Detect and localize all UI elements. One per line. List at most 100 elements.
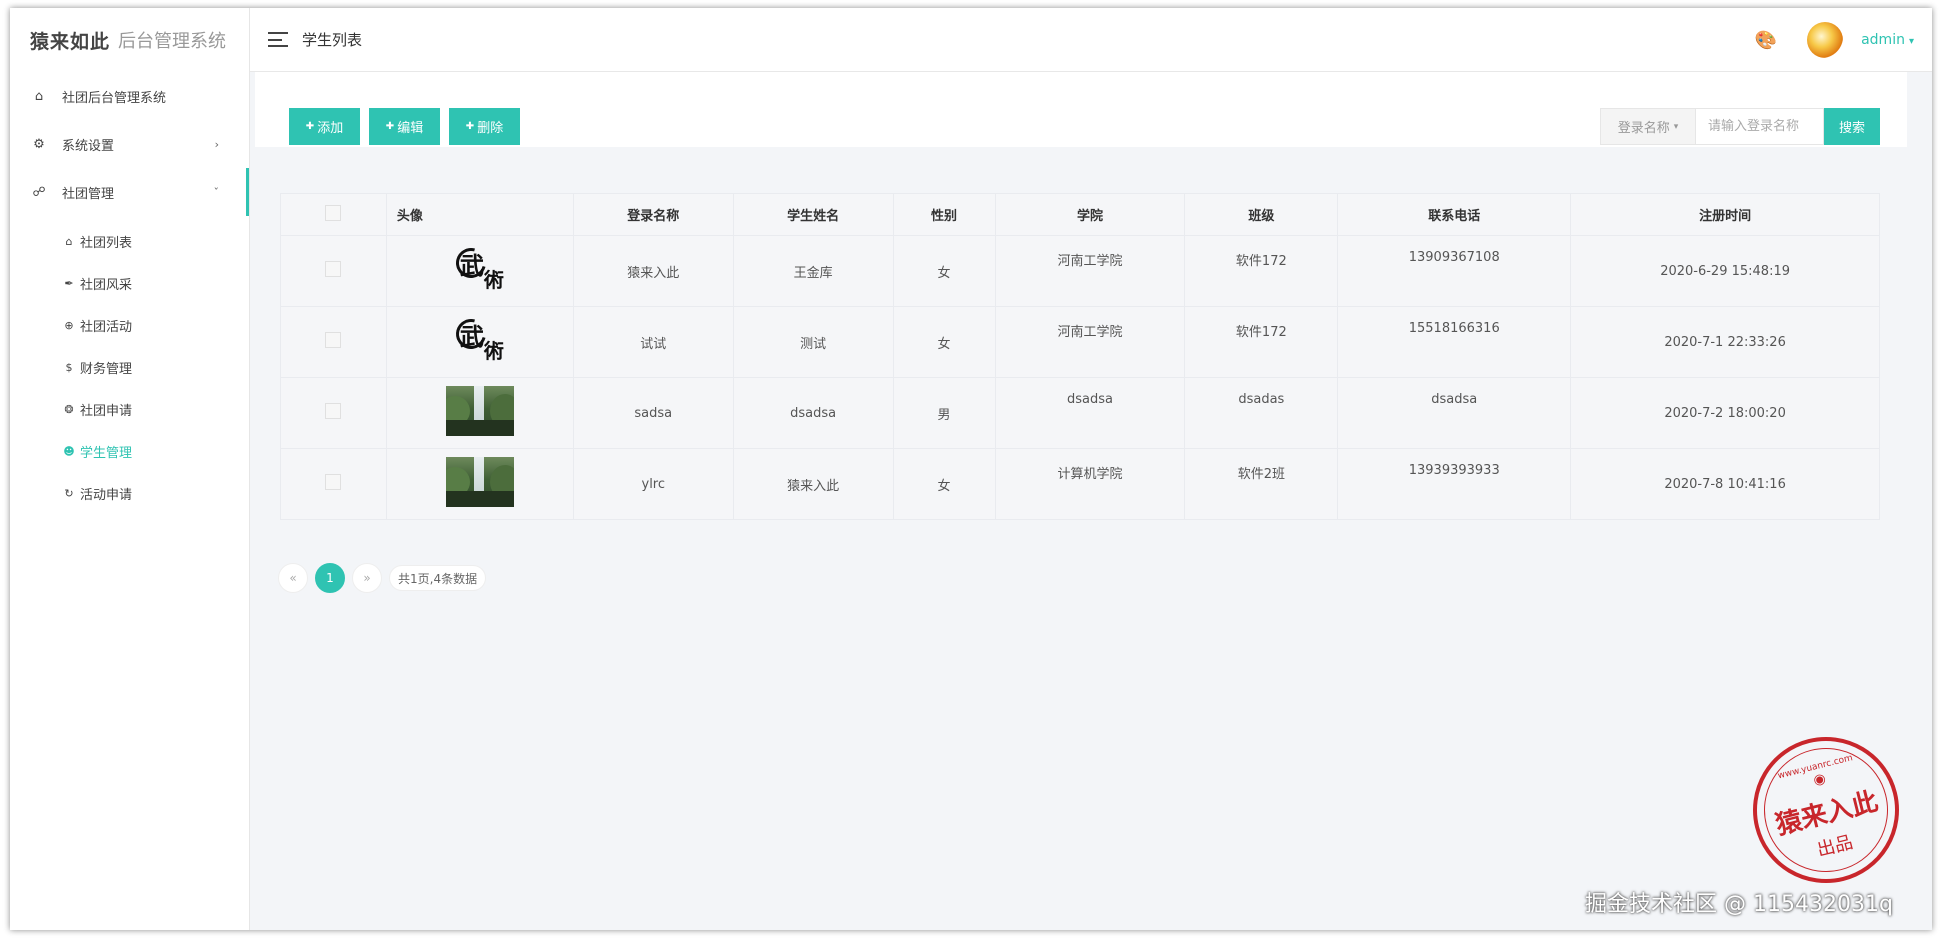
sidebar-item-label: 学生管理 (80, 445, 133, 461)
avatar (445, 386, 514, 436)
student-table: 头像 登录名称 学生姓名 性别 学院 班级 联系电话 注册时间 武術 猿来入此 … (280, 193, 1880, 520)
table-row[interactable]: ylrc 猿来入此 女 计算机学院 软件2班 13939393933 2020-… (280, 448, 1880, 520)
avatar-cell: 武術 (385, 235, 574, 307)
user-edit-icon: ✚ (385, 121, 395, 132)
select-all-checkbox[interactable] (325, 204, 342, 221)
select-all-cell (280, 193, 387, 236)
avatar[interactable] (1807, 22, 1844, 58)
table-row[interactable]: 武術 试试 测试 女 河南工学院 软件172 15518166316 2020-… (280, 306, 1880, 378)
sidebar-item-label: 社团管理 (62, 186, 115, 202)
sidebar-item-label: 社团申请 (80, 403, 133, 419)
column-header: 注册时间 (1570, 193, 1880, 236)
class-cell: 软件172 (1184, 306, 1339, 378)
table-row[interactable]: 武術 猿来入此 王金库 女 河南工学院 软件172 13909367108 20… (280, 235, 1880, 307)
column-header: 班级 (1184, 193, 1339, 236)
gender-cell: 女 (892, 448, 996, 520)
sidebar: 猿来如此 后台管理系统 ⌂ 社团后台管理系统 ⚙ 系统设置 › ☍ 社团管理 ˇ… (10, 8, 250, 930)
sidebar-item-label: 财务管理 (80, 361, 133, 377)
sidebar-item-settings[interactable]: ⚙ 系统设置 › (10, 120, 249, 168)
sidebar-menu: ⌂ 社团后台管理系统 ⚙ 系统设置 › ☍ 社团管理 ˇ (10, 72, 249, 216)
sidebar-item-label: 社团风采 (80, 277, 133, 293)
row-checkbox[interactable] (325, 261, 342, 277)
class-cell: dsadas (1184, 377, 1339, 449)
row-select-cell (280, 306, 387, 378)
sidebar-item-club-list[interactable]: ⌂ 社团列表 (10, 220, 249, 262)
search-button[interactable]: 搜索 (1824, 108, 1880, 145)
edit-button-label: 编辑 (397, 121, 424, 136)
phone-cell: dsadsa (1337, 377, 1572, 449)
sidebar-item-club-activities[interactable]: ⊕ 社团活动 (10, 304, 249, 346)
user-menu[interactable]: admin ▾ (1861, 32, 1914, 48)
menu-toggle-icon[interactable] (268, 32, 288, 47)
sidebar-item-student-management[interactable]: ☻ 学生管理 (10, 430, 249, 472)
sidebar-item-club-application[interactable]: ❂ 社团申请 (10, 388, 249, 430)
gender-cell: 男 (892, 377, 996, 449)
table-row[interactable]: sadsa dsadsa 男 dsadsa dsadas dsadsa 2020… (280, 377, 1880, 449)
row-checkbox[interactable] (325, 332, 342, 348)
feather-icon: ✒ (64, 276, 74, 290)
column-header: 学院 (994, 193, 1186, 236)
chevron-down-icon: ˇ (213, 185, 220, 199)
add-button[interactable]: ✚ 添加 (289, 108, 360, 145)
home-icon: ⌂ (34, 88, 44, 104)
header-actions: 🎨 admin ▾ (1755, 8, 1914, 72)
sidebar-item-finance[interactable]: $ 财务管理 (10, 346, 249, 388)
row-checkbox[interactable] (325, 474, 342, 490)
search-field-select[interactable]: 登录名称 ▾ (1600, 108, 1696, 145)
registered-time-cell: 2020-7-2 18:00:20 (1570, 377, 1880, 449)
sidebar-item-dashboard[interactable]: ⌂ 社团后台管理系统 (10, 72, 249, 120)
support-icon: ❂ (64, 402, 74, 416)
chevron-right-icon: › (214, 137, 219, 151)
class-cell: 软件2班 (1184, 448, 1339, 520)
avatar-cell (385, 448, 574, 520)
avatar: 武術 (450, 313, 510, 365)
avatar-cell: 武術 (385, 306, 574, 378)
watermark: 掘金技术社区 @ 115432031q (1585, 892, 1893, 917)
user-plus-icon: ✚ (305, 121, 315, 132)
login-name-cell: 试试 (572, 306, 734, 378)
delete-button[interactable]: ✚ 删除 (449, 108, 520, 145)
gender-cell: 女 (892, 235, 996, 307)
sidebar-item-activity-application[interactable]: ↻ 活动申请 (10, 472, 249, 514)
column-header: 性别 (892, 193, 996, 236)
user-circle-icon: ☻ (63, 444, 75, 458)
phone-cell: 13909367108 (1337, 235, 1572, 307)
logo-brand: 猿来如此 (30, 30, 111, 53)
login-name-cell: sadsa (572, 377, 734, 449)
sidebar-item-club-management[interactable]: ☍ 社团管理 ˇ (10, 168, 249, 216)
page-button-current[interactable]: 1 (315, 563, 345, 593)
caret-down-icon: ▾ (1908, 36, 1914, 47)
avatar-cell (385, 377, 574, 449)
column-header: 头像 (385, 193, 574, 236)
row-checkbox[interactable] (325, 403, 342, 419)
column-header: 登录名称 (572, 193, 734, 236)
sidebar-item-label: 社团活动 (80, 319, 133, 335)
student-name-cell: 测试 (732, 306, 894, 378)
sidebar-item-label: 社团列表 (80, 235, 133, 251)
history-icon: ↻ (64, 486, 74, 500)
table-header-row: 头像 登录名称 学生姓名 性别 学院 班级 联系电话 注册时间 (280, 193, 1880, 236)
edit-button[interactable]: ✚ 编辑 (369, 108, 440, 145)
student-name-cell: dsadsa (732, 377, 894, 449)
registered-time-cell: 2020-7-8 10:41:16 (1570, 448, 1880, 520)
delete-button-label: 删除 (477, 121, 504, 136)
gear-icon: ⚙ (33, 136, 45, 152)
row-select-cell (280, 377, 387, 449)
sidebar-submenu: ⌂ 社团列表 ✒ 社团风采 ⊕ 社团活动 $ 财务管理 ❂ 社团申请 ☻ 学生管… (10, 216, 249, 514)
college-cell: 河南工学院 (994, 306, 1186, 378)
add-button-label: 添加 (317, 121, 344, 136)
sidebar-item-club-style[interactable]: ✒ 社团风采 (10, 262, 249, 304)
avatar (445, 457, 514, 507)
palette-icon[interactable]: 🎨 (1755, 30, 1777, 51)
sidebar-item-label: 系统设置 (62, 138, 115, 154)
next-page-button[interactable]: » (352, 563, 382, 593)
username: admin (1861, 32, 1905, 48)
college-cell: dsadsa (994, 377, 1186, 449)
logo[interactable]: 猿来如此 后台管理系统 (10, 8, 249, 72)
sidebar-item-label: 社团后台管理系统 (62, 90, 167, 106)
avatar: 武術 (450, 242, 510, 294)
prev-page-button[interactable]: « (278, 563, 308, 593)
page-info: 共1页,4条数据 (389, 565, 487, 591)
plus-circle-icon: ⊕ (64, 318, 74, 332)
search-input[interactable] (1696, 108, 1824, 145)
